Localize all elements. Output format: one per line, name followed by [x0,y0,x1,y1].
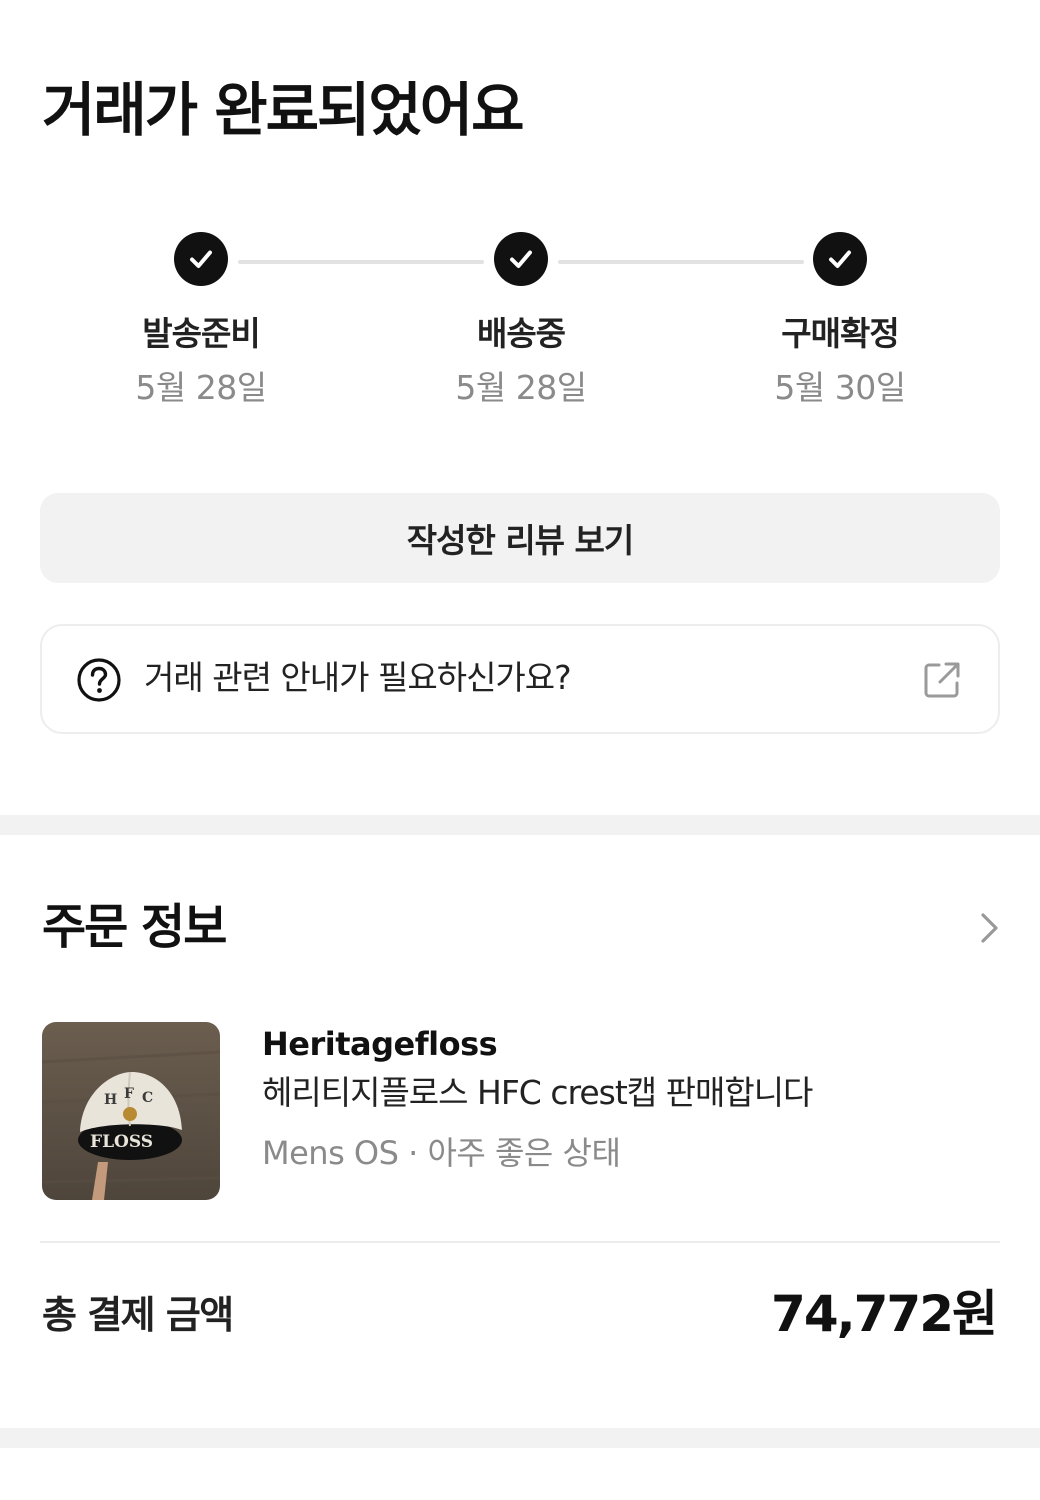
total-payment-value: 74,772원 [771,1285,998,1343]
step-confirmed: 구매확정 5월 30일 [720,232,960,410]
total-payment-label: 총 결제 금액 [42,1293,234,1337]
step-shipping: 배송중 5월 28일 [401,232,641,410]
external-link-icon [924,662,960,698]
svg-text:C: C [142,1090,153,1106]
check-circle-icon [813,232,867,286]
section-divider [0,815,1040,835]
page-title: 거래가 완료되었어요 [42,76,524,144]
svg-text:FLOSS: FLOSS [90,1132,153,1152]
step-label: 구매확정 [781,314,899,353]
svg-text:H: H [104,1092,117,1108]
section-divider [0,1428,1040,1448]
product-thumbnail[interactable]: H F C FLOSS [42,1022,220,1200]
check-circle-icon [174,232,228,286]
chevron-right-icon[interactable] [976,910,1002,946]
check-circle-icon [494,232,548,286]
step-ready: 발송준비 5월 28일 [81,232,321,410]
order-info-title: 주문 정보 [42,899,227,955]
svg-text:F: F [124,1086,134,1102]
step-label: 배송중 [476,314,566,353]
divider [40,1241,1000,1243]
step-date: 5월 30일 [774,368,906,407]
product-brand: Heritagefloss [262,1025,498,1063]
order-progress-stepper: 발송준비 5월 28일 배송중 5월 28일 구매확정 5월 30일 [0,232,1040,432]
view-review-button[interactable]: 작성한 리뷰 보기 [40,493,1000,583]
step-label: 발송준비 [142,314,260,353]
step-date: 5월 28일 [455,368,587,407]
product-meta: Mens OS · 아주 좋은 상태 [262,1134,621,1172]
transaction-guide-link[interactable]: 거래 관련 안내가 필요하신가요? [40,624,1000,734]
step-date: 5월 28일 [135,368,267,407]
guide-text: 거래 관련 안내가 필요하신가요? [144,658,572,697]
product-name: 헤리티지플로스 HFC crest캡 판매합니다 [262,1073,813,1112]
question-circle-icon [77,658,121,702]
